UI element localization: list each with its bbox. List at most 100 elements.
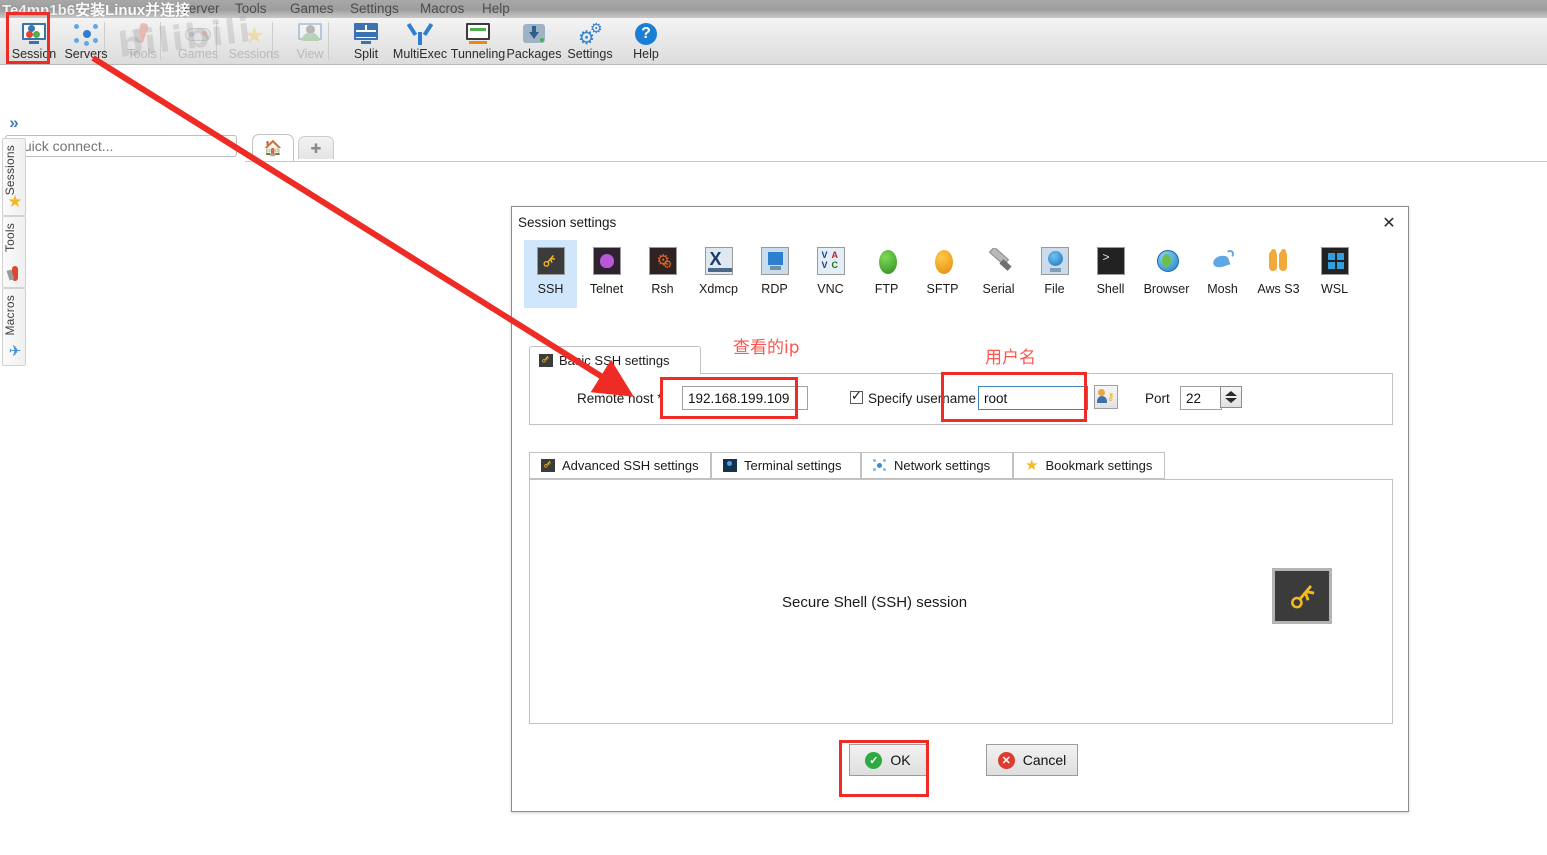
sidebar-item-macros[interactable]: Macros ✈ (2, 288, 26, 366)
basic-ssh-panel: Remote host * Specify username ⚷ Port (529, 373, 1393, 425)
tab-bookmark-settings[interactable]: ★ Bookmark settings (1013, 452, 1165, 479)
protocol-label-xdmcp: Xdmcp (699, 282, 738, 296)
toolbar-label-split: Split (353, 47, 379, 61)
protocol-serial[interactable]: Serial (972, 240, 1025, 308)
protocol-ssh[interactable]: ⚷ SSH (524, 240, 577, 308)
tab-advanced-ssh-settings[interactable]: ⚷ Advanced SSH settings (529, 452, 711, 479)
toolbar-label-packages: Packages (506, 47, 562, 61)
protocol-label-telnet: Telnet (589, 282, 624, 296)
sidebar-item-sessions[interactable]: Sessions ★ (2, 138, 26, 216)
sftp-icon (928, 247, 957, 275)
shell-icon: > (1096, 247, 1125, 275)
tab-basic-ssh-settings[interactable]: ⚷ Basic SSH settings (529, 346, 701, 374)
tab-network-settings[interactable]: Network settings (861, 452, 1013, 479)
menu-item-macros[interactable]: Macros (420, 1, 464, 17)
home-icon: 🏠 (263, 139, 283, 157)
toolbar-button-packages[interactable]: Packages (502, 19, 566, 65)
multiexec-fork-icon (406, 21, 434, 47)
protocol-sftp[interactable]: SFTP (916, 240, 969, 308)
chevron-double-right-icon[interactable]: » (4, 113, 24, 133)
close-icon[interactable]: ✕ (1376, 212, 1402, 234)
protocol-mosh[interactable]: Mosh (1196, 240, 1249, 308)
toolbar-button-servers[interactable]: Servers (54, 19, 118, 65)
vnc-icon: V A V C (816, 247, 845, 275)
protocol-label-ssh: SSH (537, 282, 564, 296)
file-icon (1040, 247, 1069, 275)
wsl-windows-icon (1320, 247, 1349, 275)
browser-globe-icon (1152, 247, 1181, 275)
xdmcp-icon: X (704, 247, 733, 275)
tab-new[interactable]: ✚ (298, 136, 334, 159)
swiss-knife-icon (6, 265, 24, 283)
toolbar-label-multiexec: MultiExec (392, 47, 448, 61)
username-input[interactable] (978, 386, 1088, 410)
protocol-rsh[interactable]: ⚙ ⚙ Rsh (636, 240, 689, 308)
toolbar-button-settings[interactable]: ⚙ ⚙ Settings (558, 19, 622, 65)
session-monitor-icon (20, 21, 48, 47)
cancel-button[interactable]: ✕ Cancel (986, 744, 1078, 776)
toolbar-label-servers: Servers (64, 47, 108, 61)
protocol-file[interactable]: File (1028, 240, 1081, 308)
subtab-label-network: Network settings (894, 458, 991, 473)
tunneling-icon (464, 21, 492, 47)
toolbar-label-session: Session (11, 47, 57, 61)
protocol-selector: ⚷ SSH Telnet ⚙ ⚙ Rsh X Xdmcp RDP V A V C… (524, 240, 1396, 308)
menu-item-settings[interactable]: Settings (350, 1, 399, 17)
menu-item-help[interactable]: Help (482, 1, 510, 17)
user-key-icon[interactable]: ⚷ (1094, 385, 1118, 409)
view-user-icon (296, 21, 324, 47)
protocol-label-vnc: VNC (817, 282, 844, 296)
toolbar-button-multiexec[interactable]: MultiExec (388, 19, 452, 65)
settings-subtabs: ⚷ Advanced SSH settings Terminal setting… (529, 452, 1393, 479)
big-key-icon: ⚷ (1272, 568, 1332, 624)
protocol-label-aws-s3: Aws S3 (1257, 282, 1300, 296)
protocol-label-wsl: WSL (1320, 282, 1349, 296)
protocol-label-serial: Serial (982, 282, 1015, 296)
protocol-label-rsh: Rsh (651, 282, 674, 296)
tab-terminal-settings[interactable]: Terminal settings (711, 452, 861, 479)
tab-home[interactable]: 🏠 (252, 134, 294, 161)
protocol-label-mosh: Mosh (1207, 282, 1238, 296)
specify-username-checkbox[interactable] (850, 388, 863, 404)
key-icon: ⚷ (540, 458, 555, 472)
protocol-browser[interactable]: Browser (1140, 240, 1193, 308)
toolbar-button-help[interactable]: ? Help (614, 19, 678, 65)
protocol-shell[interactable]: > Shell (1084, 240, 1137, 308)
terminal-icon (723, 459, 737, 472)
x-circle-icon: ✕ (997, 751, 1015, 769)
toolbar-label-settings: Settings (567, 47, 613, 61)
protocol-xdmcp[interactable]: X Xdmcp (692, 240, 745, 308)
paper-plane-icon: ✈ (8, 343, 22, 360)
sidebar-label-sessions: Sessions (3, 145, 17, 196)
protocol-telnet[interactable]: Telnet (580, 240, 633, 308)
ok-button[interactable]: ✓ OK (849, 744, 927, 776)
subtab-label-bookmark: Bookmark settings (1045, 458, 1153, 473)
ssh-key-icon: ⚷ (536, 247, 565, 275)
protocol-wsl[interactable]: WSL (1308, 240, 1361, 308)
quick-connect-input[interactable] (5, 135, 237, 157)
packages-download-icon (520, 21, 548, 47)
protocol-ftp[interactable]: FTP (860, 240, 913, 308)
protocol-vnc[interactable]: V A V C VNC (804, 240, 857, 308)
rsh-icon: ⚙ ⚙ (648, 247, 677, 275)
toolbar-button-tunneling[interactable]: Tunneling (446, 19, 510, 65)
serial-plug-icon (984, 247, 1013, 275)
remote-host-input[interactable] (682, 386, 808, 410)
port-input[interactable] (1180, 386, 1222, 410)
cancel-button-label: Cancel (1022, 752, 1067, 768)
sidebar-item-tools[interactable]: Tools (2, 216, 26, 288)
sidebar-label-macros: Macros (3, 295, 17, 336)
subtab-label-terminal: Terminal settings (744, 458, 842, 473)
check-circle-icon: ✓ (865, 751, 883, 769)
ftp-icon (872, 247, 901, 275)
protocol-aws-s3[interactable]: Aws S3 (1252, 240, 1305, 308)
spinner-icon[interactable] (1220, 386, 1242, 408)
menu-item-games[interactable]: Games (290, 1, 334, 17)
dialog-title: Session settings (518, 215, 617, 230)
toolbar-button-view[interactable]: View (278, 19, 342, 65)
remote-host-label: Remote host * (577, 391, 663, 406)
protocol-rdp[interactable]: RDP (748, 240, 801, 308)
aws-s3-icon (1264, 247, 1293, 275)
port-label: Port (1145, 391, 1170, 406)
telnet-icon (592, 247, 621, 275)
